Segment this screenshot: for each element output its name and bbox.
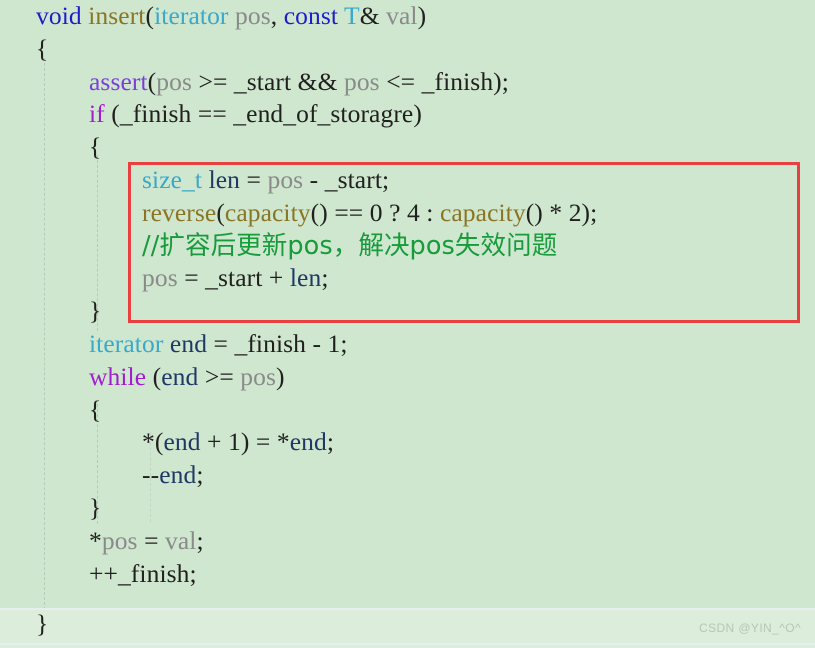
code-line: if (_finish == _end_of_storagre) bbox=[0, 98, 815, 131]
code-token: reverse bbox=[142, 197, 217, 227]
code-token: pos bbox=[267, 164, 304, 194]
code-token: pos bbox=[235, 1, 271, 30]
code-token: >= bbox=[198, 361, 241, 391]
code-token: const bbox=[283, 1, 339, 30]
csdn-watermark: CSDN @YIN_^O^ bbox=[699, 621, 801, 635]
code-token: } bbox=[89, 296, 102, 326]
code-token: size_t bbox=[142, 164, 203, 194]
code-token: insert bbox=[88, 1, 146, 30]
code-screenshot: void insert(iterator pos, const T& val){… bbox=[0, 0, 815, 648]
code-token: pos bbox=[142, 263, 178, 293]
code-token: while bbox=[89, 361, 147, 391]
code-token: end bbox=[289, 427, 327, 457]
code-token: assert bbox=[89, 66, 148, 96]
code-token: ; bbox=[321, 263, 329, 293]
code-token: -- bbox=[142, 460, 160, 490]
code-token: iterator bbox=[154, 1, 229, 30]
code-line: { bbox=[0, 394, 815, 427]
code-token: = bbox=[240, 164, 268, 194]
code-token: ++_finish; bbox=[89, 558, 197, 588]
code-token: len bbox=[289, 263, 322, 293]
code-token: end bbox=[159, 460, 197, 490]
code-token: ; bbox=[326, 427, 335, 457]
code-token: ; bbox=[196, 525, 204, 555]
code-line: assert(pos >= _start && pos <= _finish); bbox=[0, 66, 815, 99]
code-token: { bbox=[36, 33, 49, 63]
code-token: (_finish == _end_of_storagre) bbox=[104, 99, 422, 129]
code-line: } bbox=[0, 492, 815, 525]
code-token: = _finish - 1; bbox=[207, 328, 348, 358]
code-token: capacity bbox=[224, 197, 311, 227]
code-token: + 1) = * bbox=[200, 427, 290, 457]
code-token: } bbox=[89, 492, 102, 522]
code-token: * bbox=[89, 525, 102, 555]
code-token: & bbox=[359, 1, 387, 30]
code-line: { bbox=[0, 131, 815, 164]
code-line: } bbox=[0, 295, 815, 328]
code-line: pos = _start + len; bbox=[0, 262, 815, 295]
code-line: { bbox=[0, 33, 815, 66]
code-token: pos bbox=[156, 66, 192, 96]
code-token: ( bbox=[145, 1, 155, 30]
code-token: capacity bbox=[439, 197, 526, 227]
code-token: ) bbox=[417, 1, 427, 30]
code-line: //扩容后更新pos，解决pos失效问题 bbox=[0, 230, 815, 263]
code-token: //扩容后更新pos，解决pos失效问题 bbox=[142, 230, 558, 261]
code-line: *(end + 1) = *end; bbox=[0, 426, 815, 459]
code-token: = bbox=[137, 525, 166, 555]
code-token: >= _start && bbox=[192, 66, 344, 96]
code-token: *( bbox=[142, 427, 164, 457]
code-line: size_t len = pos - _start; bbox=[0, 164, 815, 197]
code-token: - _start; bbox=[303, 164, 390, 194]
function-closing-brace: } bbox=[36, 609, 49, 638]
code-token: void bbox=[36, 1, 82, 30]
code-token: ) bbox=[276, 361, 285, 391]
code-token: val bbox=[386, 1, 418, 30]
code-token: , bbox=[270, 1, 284, 30]
code-line: while (end >= pos) bbox=[0, 361, 815, 394]
code-token: if bbox=[89, 99, 105, 129]
code-token: ; bbox=[196, 460, 204, 490]
code-token: end bbox=[169, 328, 208, 358]
code-token: iterator bbox=[89, 328, 164, 358]
code-token: pos bbox=[343, 66, 380, 96]
code-token: T bbox=[344, 1, 360, 30]
code-token: <= _finish); bbox=[379, 66, 509, 96]
code-token: val bbox=[165, 525, 197, 555]
code-token: end bbox=[161, 361, 199, 391]
code-line: void insert(iterator pos, const T& val) bbox=[0, 0, 815, 33]
code-block[interactable]: void insert(iterator pos, const T& val){… bbox=[0, 0, 815, 590]
bottom-band bbox=[0, 608, 815, 648]
code-token: { bbox=[89, 132, 102, 162]
code-line: iterator end = _finish - 1; bbox=[0, 328, 815, 361]
code-line: reverse(capacity() == 0 ? 4 : capacity()… bbox=[0, 197, 815, 230]
code-line: --end; bbox=[0, 459, 815, 492]
code-token: len bbox=[208, 164, 241, 194]
code-token: ( bbox=[146, 361, 162, 391]
code-token: ( bbox=[216, 197, 225, 227]
code-line: *pos = val; bbox=[0, 525, 815, 558]
code-token: pos bbox=[101, 525, 138, 555]
code-line: ++_finish; bbox=[0, 558, 815, 591]
code-token: { bbox=[89, 394, 102, 424]
code-token: pos bbox=[240, 361, 277, 391]
code-token: ( bbox=[147, 66, 157, 96]
code-token: () == 0 ? 4 : bbox=[310, 197, 440, 227]
code-token: () * 2); bbox=[525, 197, 598, 227]
code-token: = _start + bbox=[177, 263, 290, 293]
code-token: end bbox=[163, 427, 201, 457]
